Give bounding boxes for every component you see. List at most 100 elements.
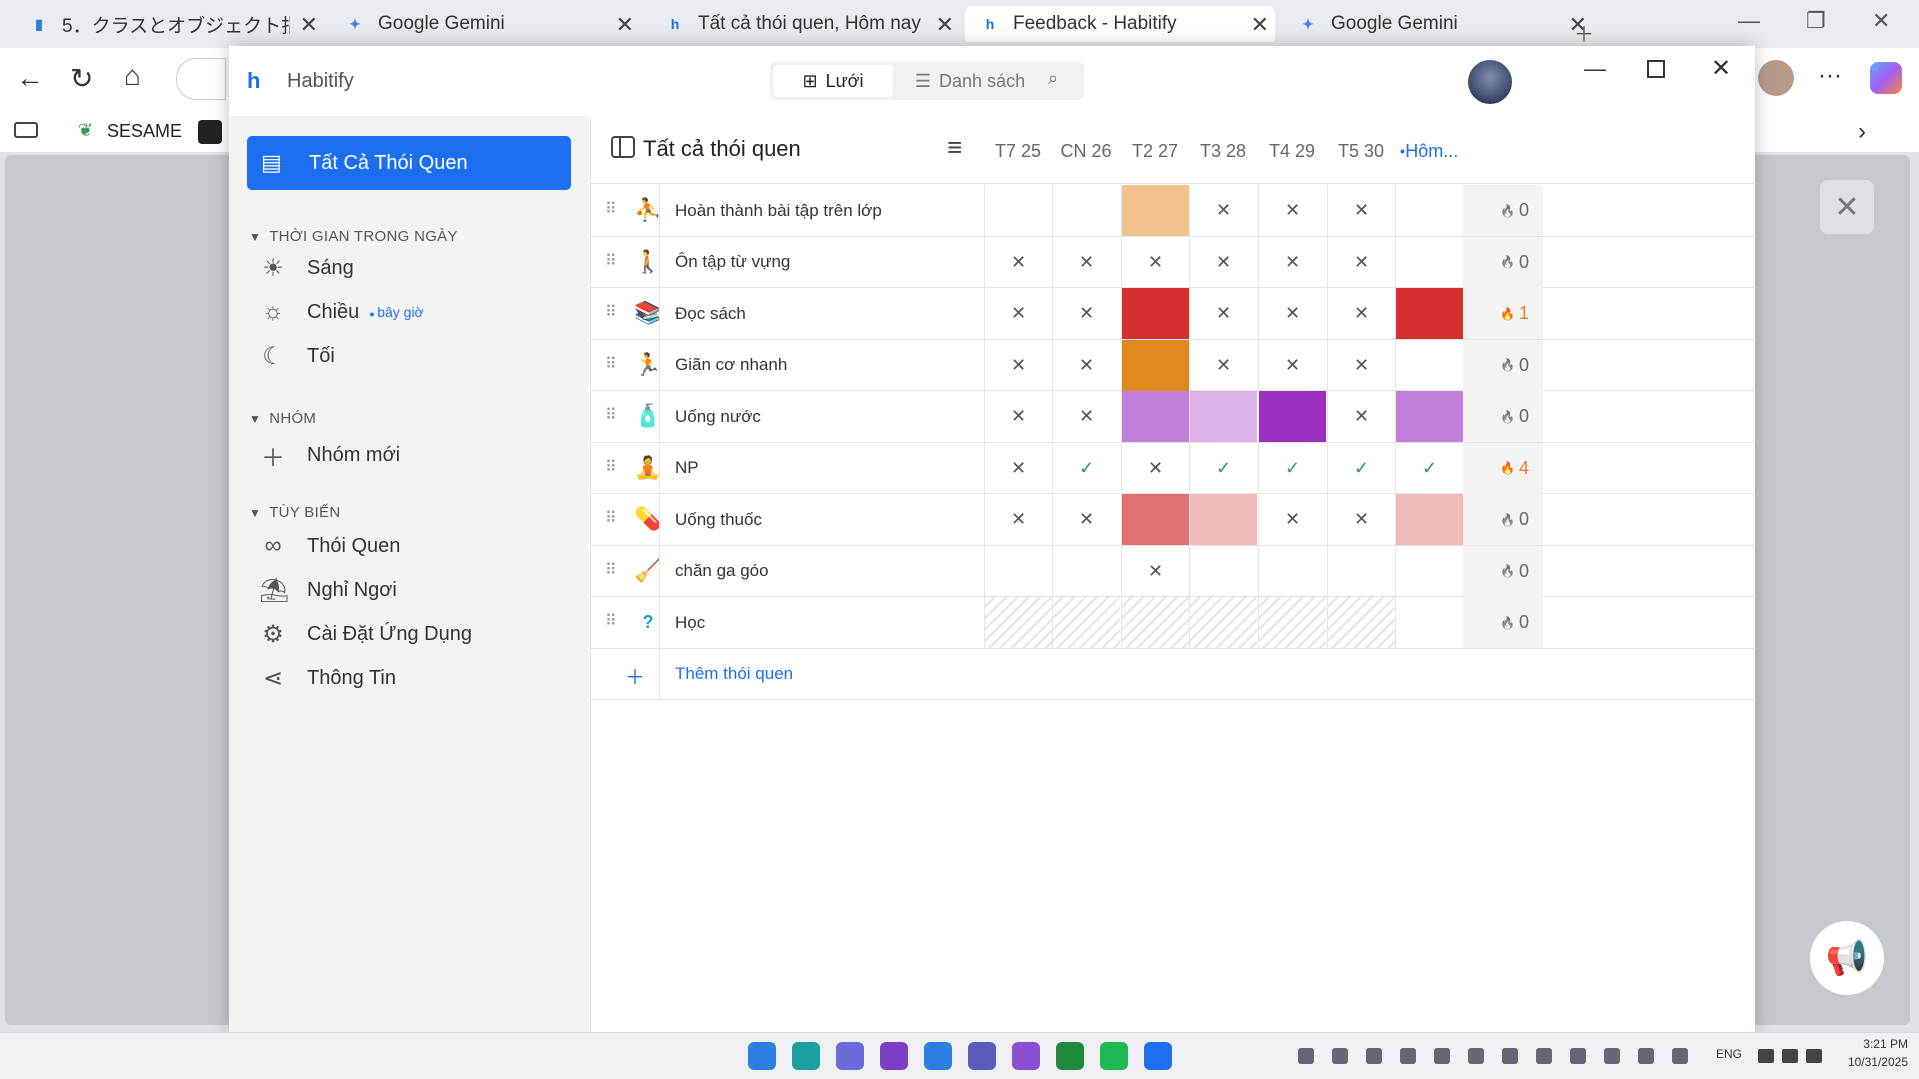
habit-day-cell[interactable] [1121,597,1189,648]
habit-day-cell[interactable]: ✓ [1327,442,1395,494]
clock-date[interactable]: 10/31/2025 [1838,1055,1908,1069]
drag-handle-icon[interactable]: ⠿ [605,354,617,374]
habit-day-cell[interactable] [1395,494,1463,545]
day-column-header[interactable]: T2 27 [1121,118,1189,184]
minimize-window-icon[interactable]: — [1738,8,1760,34]
close-tab-icon[interactable]: ✕ [936,12,954,38]
habit-day-cell[interactable]: ✕ [1258,494,1326,545]
sidebar-toggle-icon[interactable] [611,136,635,158]
habit-day-cell[interactable]: ✕ [1052,236,1120,288]
clock-time[interactable]: 3:21 PM [1838,1037,1908,1051]
habit-day-cell[interactable]: ✕ [984,236,1052,288]
habit-day-cell[interactable]: ✕ [1327,494,1395,545]
habit-day-cell[interactable] [1189,545,1257,597]
user-avatar[interactable] [1468,60,1512,104]
day-column-header[interactable]: T3 28 [1189,118,1257,184]
habit-day-cell[interactable] [1395,339,1463,391]
day-column-header[interactable]: T7 25 [984,118,1052,184]
profile-avatar[interactable] [1758,60,1794,96]
habitify-taskbar-icon[interactable] [1144,1042,1172,1070]
drag-handle-icon[interactable]: ⠿ [605,405,617,425]
battery-icon[interactable] [1806,1049,1822,1063]
tray-app-icon[interactable] [1638,1048,1654,1064]
add-habit-button[interactable]: Thêm thói quen [675,664,793,684]
habit-day-cell[interactable] [1121,391,1189,442]
new-tab-button[interactable]: ＋ [1574,18,1594,47]
habit-day-cell[interactable]: ✕ [984,442,1052,494]
habit-day-cell[interactable]: ✓ [1395,442,1463,494]
browser-tab[interactable]: h Feedback - Habitify ✕ [965,6,1275,42]
habit-day-cell[interactable] [1395,236,1463,288]
drag-handle-icon[interactable]: ⠿ [605,302,617,322]
tray-app-icon[interactable] [1604,1048,1620,1064]
back-icon[interactable]: ← [16,62,44,94]
habit-day-cell[interactable]: ✕ [1052,494,1120,545]
habit-row[interactable]: ⠿ 💊 Uống thuốc ✕ ✕ ✕ ✕ 🔥 0 [591,494,1756,546]
favorite-site-icon[interactable] [198,120,222,144]
browser-tab[interactable]: ▮ 5．クラスとオブジェクト指向プロ ✕ [14,6,324,42]
habit-day-cell[interactable]: ✕ [1258,288,1326,339]
chevron-right-icon[interactable]: › [1858,118,1866,146]
announcement-icon[interactable]: 📢 [1810,921,1884,995]
drag-handle-icon[interactable]: ⠿ [605,457,617,477]
habit-day-cell[interactable]: ✕ [984,391,1052,442]
discord-icon[interactable] [836,1042,864,1070]
habit-day-cell[interactable]: ✕ [1258,185,1326,236]
habit-day-cell[interactable]: ✓ [1189,442,1257,494]
more-menu-icon[interactable]: ··· [1818,62,1842,90]
todo-icon[interactable] [924,1042,952,1070]
day-column-header[interactable]: CN 26 [1052,118,1120,184]
refresh-icon[interactable]: ↻ [70,62,93,95]
habit-name[interactable]: Uống nước [675,391,761,442]
habit-day-cell[interactable]: ✕ [1189,185,1257,236]
windows-start-icon[interactable] [748,1042,776,1070]
habit-day-cell[interactable] [1395,545,1463,597]
habit-day-cell[interactable]: ✕ [984,494,1052,545]
home-icon[interactable]: ⌂ [124,60,141,92]
group-section[interactable]: ▼ NHÓM [249,410,316,427]
habit-name[interactable]: NP [675,443,699,494]
habit-row[interactable]: ⠿ ⛹ Hoàn thành bài tập trên lớp ✕ ✕ ✕ 🔥 0 [591,185,1756,237]
habit-row[interactable]: ⠿? Học 🔥 0 [591,597,1756,649]
habit-day-cell[interactable] [1121,288,1189,339]
sidebar-item-infinity[interactable]: ∞ Thói Quen [259,532,400,560]
habit-row[interactable]: ⠿ 🧴 Uống nước ✕ ✕ ✕ 🔥 0 [591,391,1756,443]
sidebar-item-gear[interactable]: ⚙ Cài Đặt Ứng Dụng [259,620,472,649]
sidebar-item-share[interactable]: ⋖ Thông Tin [259,664,396,693]
language-indicator[interactable]: ENG [1716,1047,1742,1061]
view-grid-button[interactable]: ⊞ Lưới [773,65,893,97]
close-overlay-icon[interactable]: ✕ [1820,180,1874,234]
browser-tab[interactable]: ✦ Google Gemini ✕ [330,6,640,42]
sidebar-item-sunrise[interactable]: ☀ Sáng [259,254,353,283]
habit-name[interactable]: chăn ga góo [675,546,769,597]
app-close-icon[interactable]: ✕ [1711,54,1731,83]
drag-handle-icon[interactable]: ⠿ [605,251,617,271]
app-minimize-icon[interactable]: — [1584,56,1606,82]
all-habits-button[interactable]: ▤ Tất Cả Thói Quen [247,136,571,190]
habit-day-cell[interactable]: ✕ [1121,442,1189,494]
habit-day-cell[interactable]: ✕ [984,339,1052,391]
habit-row[interactable]: ⠿ 🧘 NP ✕ ✓ ✕ ✓ ✓ ✓ ✓ 🔥 4 [591,442,1756,494]
day-column-header[interactable]: T5 30 [1327,118,1395,184]
habit-day-cell[interactable] [1121,494,1189,545]
add-habit-row[interactable]: ＋ Thêm thói quen [591,648,1756,700]
copilot-icon[interactable] [1870,62,1902,94]
restore-window-icon[interactable]: ❐ [1806,8,1826,34]
habit-day-cell[interactable] [1052,597,1120,648]
habit-row[interactable]: ⠿ 🚶 Ôn tập từ vựng ✕ ✕ ✕ ✕ ✕ ✕ 🔥 0 [591,236,1756,288]
habit-day-cell[interactable]: ✕ [1327,185,1395,236]
habit-day-cell[interactable] [1258,391,1326,442]
sidebar-item-moon[interactable]: ☾ Tối [259,342,335,371]
habit-day-cell[interactable] [1327,545,1395,597]
habit-day-cell[interactable] [1189,494,1257,545]
habit-name[interactable]: Giãn cơ nhanh [675,340,787,391]
habit-day-cell[interactable] [1189,391,1257,442]
app-icon[interactable] [880,1042,908,1070]
habit-day-cell[interactable]: ✕ [1327,391,1395,442]
drag-handle-icon[interactable]: ⠿ [605,611,617,631]
tray-app-icon[interactable] [1434,1048,1450,1064]
habit-day-cell[interactable]: ✕ [1189,236,1257,288]
spotify-tray-icon[interactable] [1332,1048,1348,1064]
habit-day-cell[interactable]: ✕ [1121,545,1189,597]
new-group-button[interactable]: ＋ Nhóm mới [259,438,400,473]
